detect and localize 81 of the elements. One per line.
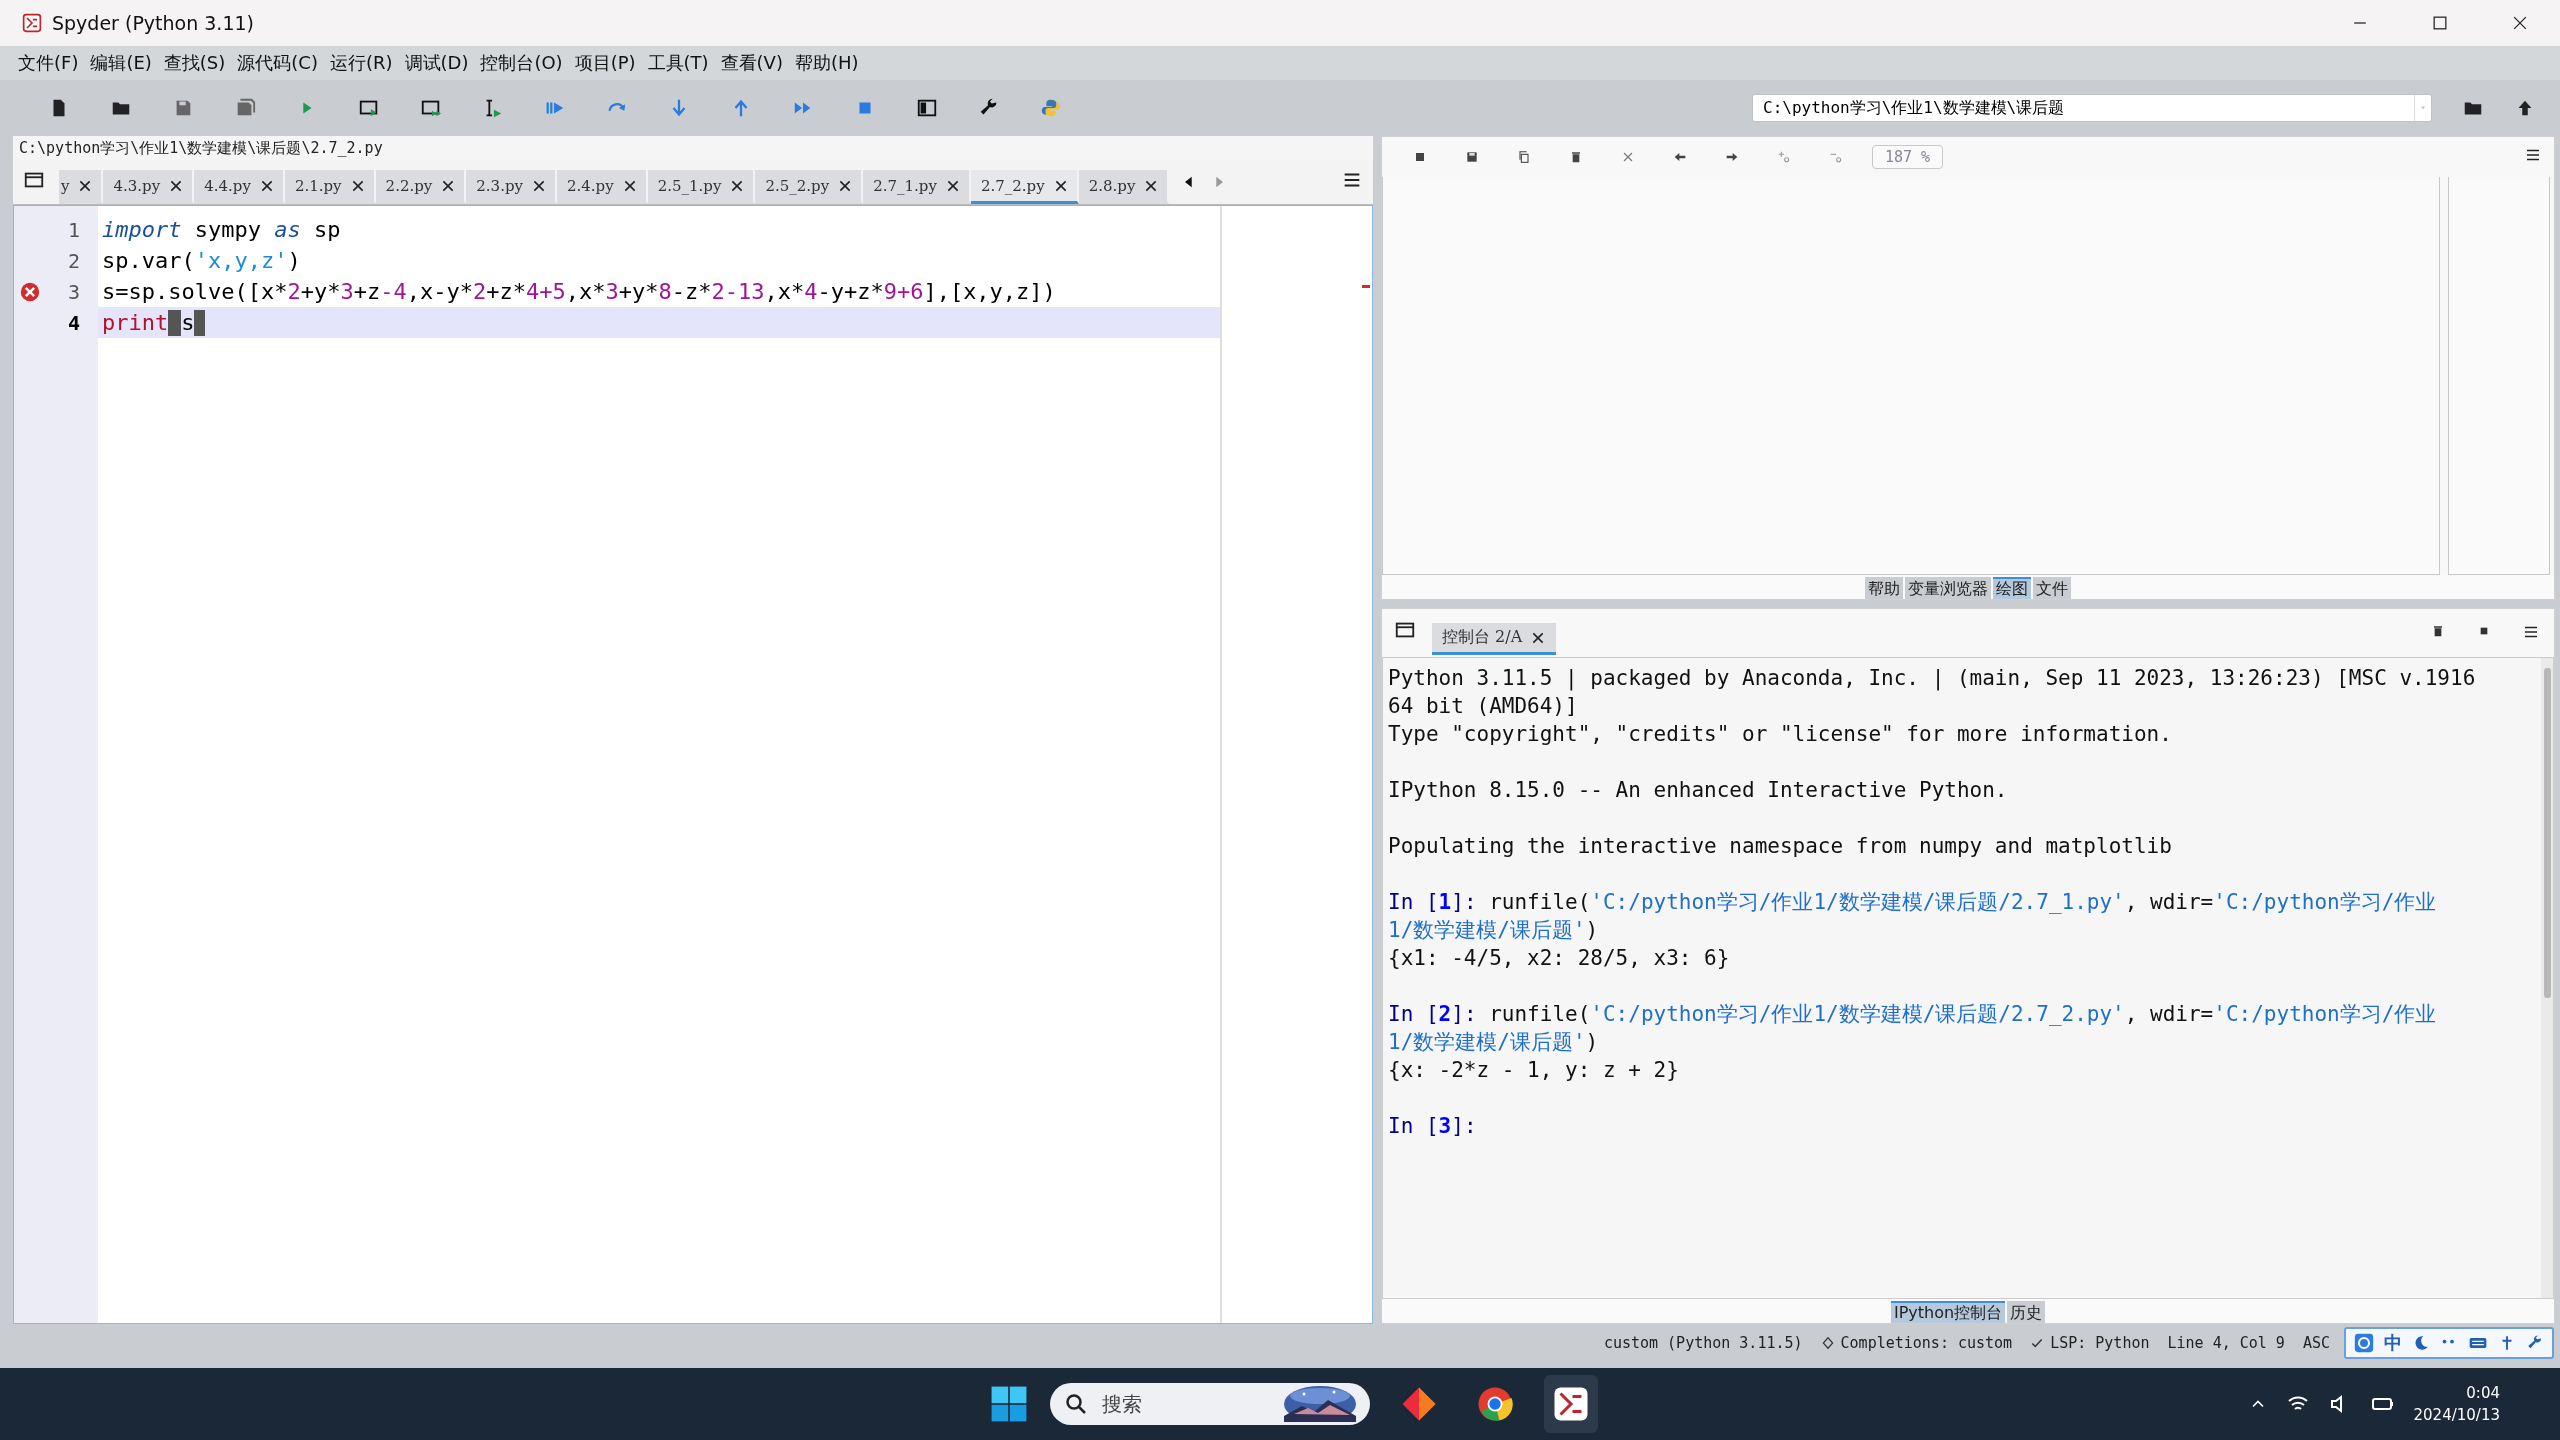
file-tab[interactable]: 2.7_2.py [970,170,1079,204]
line-number: 2 [66,247,81,275]
clock-time: 0:04 [2466,1384,2500,1402]
window-title: Spyder (Python 3.11) [52,12,254,34]
console-line: In [3]: [1388,1114,1477,1138]
file-tab[interactable]: 2.4.py [557,170,648,204]
snake-icon[interactable] [1040,97,1062,119]
menu-item[interactable]: 查看(V) [718,49,785,77]
file-tab[interactable]: 2.5_1.py [647,170,756,204]
search-field[interactable]: 搜索 [1050,1383,1370,1425]
console-line: IPython 8.15.0 -- An enhanced Interactive Python. [1388,778,2008,802]
q-logo-icon[interactable] [2354,1333,2374,1353]
menu-item[interactable]: 项目(P) [572,49,638,77]
clock-date: 2024/10/13 [2413,1406,2500,1424]
error-marker [1362,285,1370,288]
line-number: 4 [66,309,81,337]
menu-item[interactable]: 文件(F) [16,49,81,77]
status-text: ASC [2302,1334,2330,1352]
console-line: In [2]: runfile('C:/python学习/作业1/数学建模/课后题/2.7_2.py', wdir='C:/python学习/作业 [1388,1002,2437,1026]
app-logo-icon[interactable] [1553,1386,1589,1422]
console-line: In [1]: runfile('C:/python学习/作业1/数学建模/课后题/2.7_1.py', wdir='C:/python学习/作业 [1388,890,2437,914]
menu-item[interactable]: 帮助(H) [792,49,861,77]
file-tab[interactable]: 2.7_1.py [863,170,971,204]
pane-tab[interactable]: 文件 [2033,577,2071,599]
console-line: 1/数学建模/课后题') [1388,918,1599,942]
menu-item[interactable]: 工具(T) [645,49,711,77]
file-tab[interactable]: 2.3.py [466,170,557,204]
console-line: Populating the interactive namespace from numpy and matplotlib [1388,834,2172,858]
menu-item[interactable]: 编辑(E) [88,49,154,77]
app-logo-icon [22,13,42,33]
file-tab[interactable]: 2.5_2.py [755,170,864,204]
console-line: Type "copyright", "credits" or "license" for more information. [1388,722,2172,746]
line-number: 3 [14,276,98,307]
file-path: C:\python学习\作业1\数学建模\课后题\2.7_2.py [13,136,1373,160]
file-tab[interactable]: 2.8.py [1078,170,1170,204]
menu-item[interactable]: 控制台(O) [478,49,565,77]
round-app-icon[interactable] [1477,1386,1513,1422]
file-tab[interactable]: 2.2.py [375,170,467,204]
code-line: print s [102,309,195,336]
pane-tab[interactable]: 变量浏览器 [1905,577,1991,599]
file-tab[interactable]: 4.3.py [103,170,195,204]
console-line: {x1: -4/5, x2: 28/5, x3: 6} [1388,946,1730,970]
console-line: Python 3.11.5 | packaged by Anaconda, Inc. | (main, Sep 11 2023, 13:26:23) [MSC v.1916 [1388,666,2476,690]
start-icon[interactable] [990,1385,1028,1423]
status-text: custom (Python 3.11.5) [1603,1334,1803,1352]
moon-icon[interactable] [2412,1334,2430,1352]
code-line: sp.var('x,y,z') [102,248,301,273]
line-number: 1 [66,216,81,244]
console-line: {x: -2*z - 1, y: z + 2} [1388,1058,1679,1082]
menu-item[interactable]: 源代码(C) [235,49,320,77]
text-cursor [194,309,206,336]
scrollbar-thumb[interactable] [2544,668,2551,998]
console-tab[interactable]: 控制台 2/A [1432,623,1557,655]
pane-tab[interactable]: 绘图 [1993,577,2031,599]
menu-item[interactable]: 调试(D) [402,49,471,77]
check-icon [2030,1336,2045,1350]
file-tab[interactable]: 4.4.py [194,170,285,204]
diamond-app-icon[interactable] [1401,1386,1437,1422]
code-line: import sympy as sp [102,217,341,242]
code-line: s=sp.solve([x*2+y*3+z-4,x-y*2+z*4+5,x*3+y*8-z*2-13,x*4-y+z*9+6],[x,y,z]) [102,279,1056,304]
save-all-icon[interactable] [1464,149,1480,165]
input-mode[interactable]: 中 [2384,1331,2402,1355]
file-tab[interactable]: 2.1.py [284,170,376,204]
zoom-field[interactable]: 187 % [1872,145,1944,169]
menu-item[interactable]: 查找(S) [161,49,228,77]
menu-item[interactable]: 运行(R) [327,49,395,77]
layout-icon[interactable] [916,97,938,119]
search-icon [1064,1392,1088,1416]
directory-field[interactable]: C:\python学习\作业1\数学建模\课后题 [1752,94,2432,122]
status-text: LSP: Python [2050,1334,2150,1352]
file-tab[interactable]: y [59,170,104,204]
status-text: Line 4, Col 9 [2167,1334,2285,1352]
status-text: Completions: custom [1840,1334,2013,1352]
error-icon [20,282,40,302]
diamond-icon [1820,1336,1835,1350]
console-line: 64 bit (AMD64)] [1388,694,1578,718]
pane-tab[interactable]: 帮助 [1865,577,1903,599]
copy-icon[interactable] [1516,149,1532,165]
pane-tab[interactable]: 历史 [2007,1301,2046,1323]
pane-tab[interactable]: IPython控制台 [1890,1301,2006,1323]
console-line: 1/数学建模/课后题') [1388,1030,1599,1054]
